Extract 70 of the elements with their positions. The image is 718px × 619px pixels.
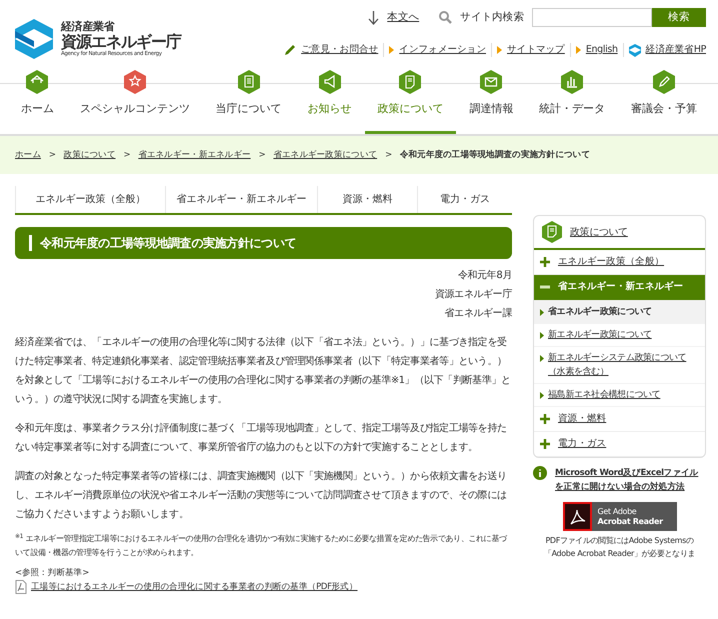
down-arrow-icon bbox=[368, 10, 380, 24]
note-icon bbox=[542, 221, 562, 243]
sidebar-category[interactable]: 資源・燃料 bbox=[534, 406, 705, 432]
agency-name: 資源エネルギー庁 bbox=[61, 32, 181, 51]
triangle-icon bbox=[540, 332, 544, 338]
plus-icon bbox=[540, 257, 550, 268]
sidebar-subitem[interactable]: 省エネルギー政策について bbox=[534, 300, 705, 324]
triangle-icon bbox=[389, 46, 394, 54]
breadcrumb-link[interactable]: 省エネルギー政策について bbox=[273, 148, 378, 162]
pencil-icon bbox=[284, 44, 296, 56]
main-nav-item[interactable]: スペシャルコンテンツ bbox=[66, 70, 203, 134]
breadcrumb-link[interactable]: 省エネルギー・新エネルギー bbox=[138, 148, 251, 162]
triangle-icon bbox=[497, 46, 502, 54]
search-field[interactable] bbox=[532, 8, 652, 27]
search-button[interactable]: 検索 bbox=[652, 8, 706, 27]
pdf-link[interactable]: 工場等におけるエネルギーの使用の合理化に関する事業者の判断の基準（PDF形式） bbox=[31, 580, 358, 594]
main-nav-item[interactable]: 調達情報 bbox=[456, 70, 526, 134]
sidebar-category[interactable]: 電力・ガス bbox=[534, 432, 705, 457]
breadcrumb-separator: > bbox=[124, 148, 130, 162]
sidebar-subitem[interactable]: 新エネルギー政策について bbox=[534, 324, 705, 346]
category-tab[interactable]: 省エネルギー・新エネルギー bbox=[165, 186, 317, 213]
document-meta: 資源エネルギー庁 bbox=[434, 288, 512, 302]
category-tab[interactable]: 電力・ガス bbox=[417, 186, 512, 213]
ministry-logo-icon bbox=[628, 44, 641, 57]
skip-to-content-link[interactable]: 本文へ bbox=[387, 10, 420, 26]
body-paragraph: 調査の対象となった特定事業者等の皆様には、調査実施機関（以下「実施機関」という。）から依頼文書をお送りし、エネルギー消費原単位の状況や省エネルギー活動の実態等について訪問調査させて頂きますので、その際にはご協力くださいますようお願いします。 bbox=[15, 470, 508, 522]
category-tab[interactable]: 資源・燃料 bbox=[317, 186, 417, 213]
agency-logo-icon bbox=[15, 19, 53, 59]
pdf-file-icon bbox=[15, 580, 27, 594]
info-icon bbox=[533, 466, 547, 480]
document-meta: 令和元年8月 bbox=[456, 268, 512, 283]
triangle-icon bbox=[576, 46, 581, 54]
breadcrumb-link[interactable]: 政策について bbox=[64, 148, 116, 162]
utility-link[interactable]: インフォメーション bbox=[399, 43, 486, 58]
footnote: $^{※1}$ エネルギー管理指定工場等におけるエネルギーの使用の合理化を適切かつ有効に実施するために必要な措置を定めた告示であり、これに基づいて設備・機器の管理等を行うことが求められます。 bbox=[15, 532, 508, 559]
document-meta: 省エネルギー課 bbox=[444, 306, 512, 321]
body-paragraph: 令和元年度は、事業者クラス分け評価制度に基づく「工場等現地調査」として、指定工場等及び指定工場等を持たない特定事業者等に対する調査について、事業所管省庁の協力のもと以下の方針で実施することとします。 bbox=[15, 422, 508, 455]
breadcrumb-separator: > bbox=[385, 148, 392, 162]
search-icon bbox=[439, 11, 452, 24]
utility-link[interactable]: ご意見・お問合せ bbox=[301, 43, 378, 58]
triangle-icon bbox=[540, 392, 544, 398]
plus-icon bbox=[540, 438, 550, 449]
main-nav-item[interactable]: 審議会・予算 bbox=[618, 70, 710, 134]
pdf-viewer-note: PDFファイルの閲覧にはAdobe Systemsの「Adobe Acrobat Reader」が必要となりま bbox=[542, 535, 696, 560]
breadcrumb-separator: > bbox=[258, 148, 266, 162]
sidebar-category[interactable]: 省エネルギー・新エネルギー bbox=[534, 275, 705, 300]
acrobat-reader-badge[interactable]: Get Adobe Acrobat Reader bbox=[562, 502, 676, 531]
sidebar-heading-link[interactable]: 政策について bbox=[570, 224, 628, 240]
utility-link[interactable]: 経済産業省HP bbox=[646, 43, 706, 58]
body-paragraph: 経済産業省では、「エネルギーの使用の合理化等に関する法律（以下「省エネ法」という。）」に基づき指定を受けた特定事業者、特定連鎖化事業者、認定管理統括事業者及び管理関係事業者（以下「特定事業者等」という。）を対象として「工場等におけるエネルギーの使用の合理化に関する事業者の判断の基準※1」（以下「判断基準」という。）の遵守状況に関する調査を実施します。 bbox=[15, 336, 512, 407]
breadcrumb-current: 令和元年度の工場等現地調査の実施方針について bbox=[400, 148, 590, 162]
help-link[interactable]: Microsoft Word及びExcelファイルを正常に開けない場合の対処方法 bbox=[555, 466, 706, 494]
breadcrumb-link[interactable]: ホーム bbox=[15, 148, 41, 162]
sidebar-subitem[interactable]: 福島新エネ社会構想について bbox=[534, 384, 705, 406]
category-tab[interactable]: エネルギー政策（全般） bbox=[15, 186, 165, 213]
triangle-icon bbox=[540, 354, 544, 362]
utility-link[interactable]: English bbox=[586, 43, 618, 58]
plus-icon bbox=[540, 414, 550, 424]
page-title: 令和元年度の工場等現地調査の実施方針について bbox=[40, 235, 296, 252]
acrobat-logo-icon bbox=[562, 502, 592, 531]
breadcrumb-separator: > bbox=[48, 148, 56, 162]
utility-link[interactable]: サイトマップ bbox=[507, 43, 565, 58]
main-nav-item[interactable]: お知らせ bbox=[294, 70, 364, 134]
main-nav-item[interactable]: 統計・データ bbox=[526, 70, 618, 134]
ministry-name: 経済産業省 bbox=[61, 20, 116, 33]
reference-label: <参照：判断基準> bbox=[15, 567, 90, 580]
main-nav-item[interactable]: ホーム bbox=[8, 70, 67, 134]
search-label: サイト内検索 bbox=[460, 10, 524, 25]
triangle-icon bbox=[540, 308, 544, 316]
main-nav-item[interactable]: 当庁について bbox=[202, 70, 295, 134]
